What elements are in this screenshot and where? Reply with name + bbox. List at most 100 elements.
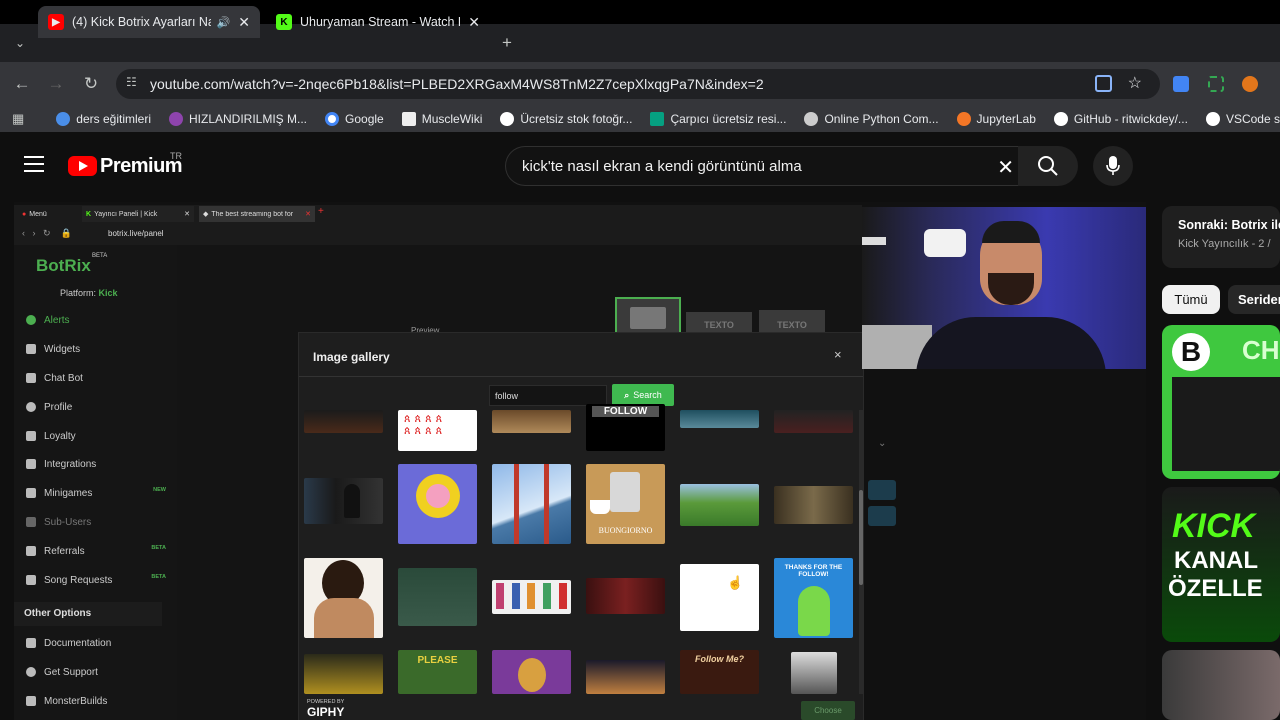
youtube-logo-icon[interactable]: [68, 156, 97, 176]
gif-thumbnail: [680, 484, 759, 526]
sidebar-item-profile: Profile: [26, 399, 166, 415]
light-panel: [924, 229, 966, 257]
bookmark-label: HIZLANDIRILMIŞ M...: [189, 112, 308, 126]
integrations-icon: [26, 459, 36, 469]
close-tab-icon[interactable]: ✕: [468, 14, 480, 31]
gif-thumbnail: [492, 650, 571, 694]
gif-thumbnail: [304, 478, 383, 524]
speaker-icon[interactable]: 🔊: [217, 16, 231, 29]
google-icon: [325, 112, 340, 126]
loyalty-icon: [26, 431, 36, 441]
youtube-search-input[interactable]: kick'te nasıl ekran a kendi görüntünü al…: [505, 146, 1018, 186]
gif-thumbnail: [492, 580, 571, 614]
bookmark-item[interactable]: MuscleWiki: [401, 112, 482, 126]
tab-title: Uhuryaman Stream - Watch Live: [300, 15, 460, 29]
gif-thumbnail: [398, 568, 477, 626]
search-button[interactable]: [1018, 146, 1078, 186]
botrix-logo: BotRix: [36, 256, 91, 275]
up-next-subtitle: Kick Yayıncılık - 2 /: [1178, 238, 1271, 250]
moka-pot: [610, 472, 640, 512]
inner-new-tab-icon: +: [318, 206, 324, 217]
search-icon: [1038, 156, 1058, 176]
new-tab-icon[interactable]: +: [495, 31, 519, 55]
gif-thumbnail: Follow Me?: [680, 650, 759, 694]
site-info-icon[interactable]: ☷: [126, 75, 137, 89]
bookmark-item[interactable]: ders eğitimleri: [56, 112, 151, 126]
bookmark-item[interactable]: GitHub - ritwickdey/...: [1053, 112, 1188, 126]
b-logo: B: [1172, 333, 1210, 371]
sidebar-label: Documentation: [44, 637, 112, 649]
browser-tab-kick[interactable]: K Uhuryaman Stream - Watch Live ✕: [266, 6, 490, 38]
platform-label: Platform:: [60, 288, 97, 298]
bridge-tower: [544, 464, 549, 544]
monitor-icon: [26, 696, 36, 706]
back-icon[interactable]: ←: [10, 72, 34, 96]
forward-icon[interactable]: →: [44, 72, 68, 96]
thumb-text: ÖZELLE: [1168, 575, 1263, 602]
sidebar-label: Song Requests: [44, 574, 113, 586]
bookmark-item[interactable]: Ücretsiz stok fotoğr...: [500, 112, 632, 126]
edit-button: [868, 480, 896, 500]
up-next-card[interactable]: Sonraki: Botrix ile Kick Yayıncılık - 2 …: [1162, 206, 1280, 268]
sidebar-item-alerts: Alerts: [26, 312, 166, 328]
gif-text: BUONGIORNO: [598, 526, 653, 535]
bookmark-item[interactable]: VSCode settings · G: [1205, 112, 1280, 126]
gif-thumbnail: [586, 660, 665, 694]
sidebar-item-integrations: Integrations: [26, 456, 166, 472]
bookmark-star-icon[interactable]: ☆: [1128, 73, 1142, 93]
thumb-text: KANAL: [1174, 547, 1258, 574]
bookmark-item[interactable]: Online Python Com...: [804, 112, 939, 126]
address-bar[interactable]: ☷ youtube.com/watch?v=-2nqec6Pb18&list=P…: [116, 69, 1160, 99]
cursor-hand-icon: ☝: [727, 575, 744, 590]
bookmark-label: GitHub - ritwickdey/...: [1073, 112, 1188, 126]
gif-thumbnail: FOLLOW: [586, 404, 665, 451]
recommended-video-thumbnail[interactable]: [1162, 650, 1280, 720]
sidebar-label: Loyalty: [44, 430, 76, 442]
bookmark-label: VSCode settings · G: [1225, 112, 1280, 126]
sidebar-item-widgets: Widgets: [26, 341, 166, 357]
chat-icon: [26, 373, 36, 383]
gif-thumbnail: [304, 410, 383, 433]
globe-icon: [804, 112, 819, 126]
sidebar-label: Widgets: [44, 343, 81, 355]
browser-tab-youtube[interactable]: ▶ (4) Kick Botrix Ayarları Nasıl 🔊 ✕: [38, 6, 260, 38]
apps-grid-icon[interactable]: ▦: [12, 111, 24, 127]
new-badge: NEW: [153, 487, 166, 493]
screenshot-extension-icon[interactable]: [1208, 76, 1224, 92]
tab-search-icon[interactable]: ⌄: [8, 31, 32, 55]
bookmark-item[interactable]: Çarpıcı ücretsiz resi...: [650, 112, 786, 126]
gif-thumbnail-selected: [680, 564, 759, 631]
up-next-title: Sonraki: Botrix ile: [1178, 218, 1280, 232]
sidebar-label: Sub-Users: [44, 516, 92, 528]
bookmark-label: JupyterLab: [976, 112, 1036, 126]
bell-icon: [26, 315, 36, 325]
install-app-icon[interactable]: [1095, 75, 1112, 92]
chip-all[interactable]: Tümü: [1162, 285, 1220, 314]
reload-icon[interactable]: ↻: [79, 72, 103, 96]
bookmark-icon: [169, 112, 183, 126]
pexels-icon: [650, 112, 665, 126]
bookmark-item[interactable]: Google: [325, 112, 384, 126]
bookmark-item[interactable]: HIZLANDIRILMIŞ M...: [169, 112, 307, 126]
hamburger-menu-icon[interactable]: [24, 156, 44, 172]
support-icon: [26, 667, 36, 677]
bookmark-item[interactable]: JupyterLab: [956, 112, 1036, 126]
chip-series[interactable]: Seriden: [1228, 285, 1280, 314]
recommended-video-thumbnail[interactable]: KICK KANAL ÖZELLE: [1162, 487, 1280, 642]
botrix-beta-label: BETA: [92, 253, 108, 259]
inner-nav-icons: ‹ › ↻ 🔒: [22, 228, 72, 238]
lamp: [862, 237, 886, 245]
recommended-video-thumbnail[interactable]: B CH: [1162, 325, 1280, 479]
voice-search-button[interactable]: [1093, 146, 1133, 186]
gif-text: THANKS FOR THE FOLLOW!: [784, 564, 843, 578]
musclewiki-icon: [401, 112, 416, 126]
scrollbar-thumb: [859, 490, 863, 585]
inner-tab-kick: K Yayıncı Paneli | Kick ✕: [82, 206, 194, 222]
bridge-tower: [514, 464, 519, 544]
sidebar-item-support: Get Support: [26, 664, 166, 680]
clear-search-icon[interactable]: ✕: [997, 155, 1014, 180]
translate-extension-icon[interactable]: [1173, 76, 1189, 92]
metamask-extension-icon[interactable]: [1242, 76, 1258, 92]
webcam-overlay: [862, 207, 1146, 369]
close-tab-icon[interactable]: ✕: [238, 14, 250, 31]
